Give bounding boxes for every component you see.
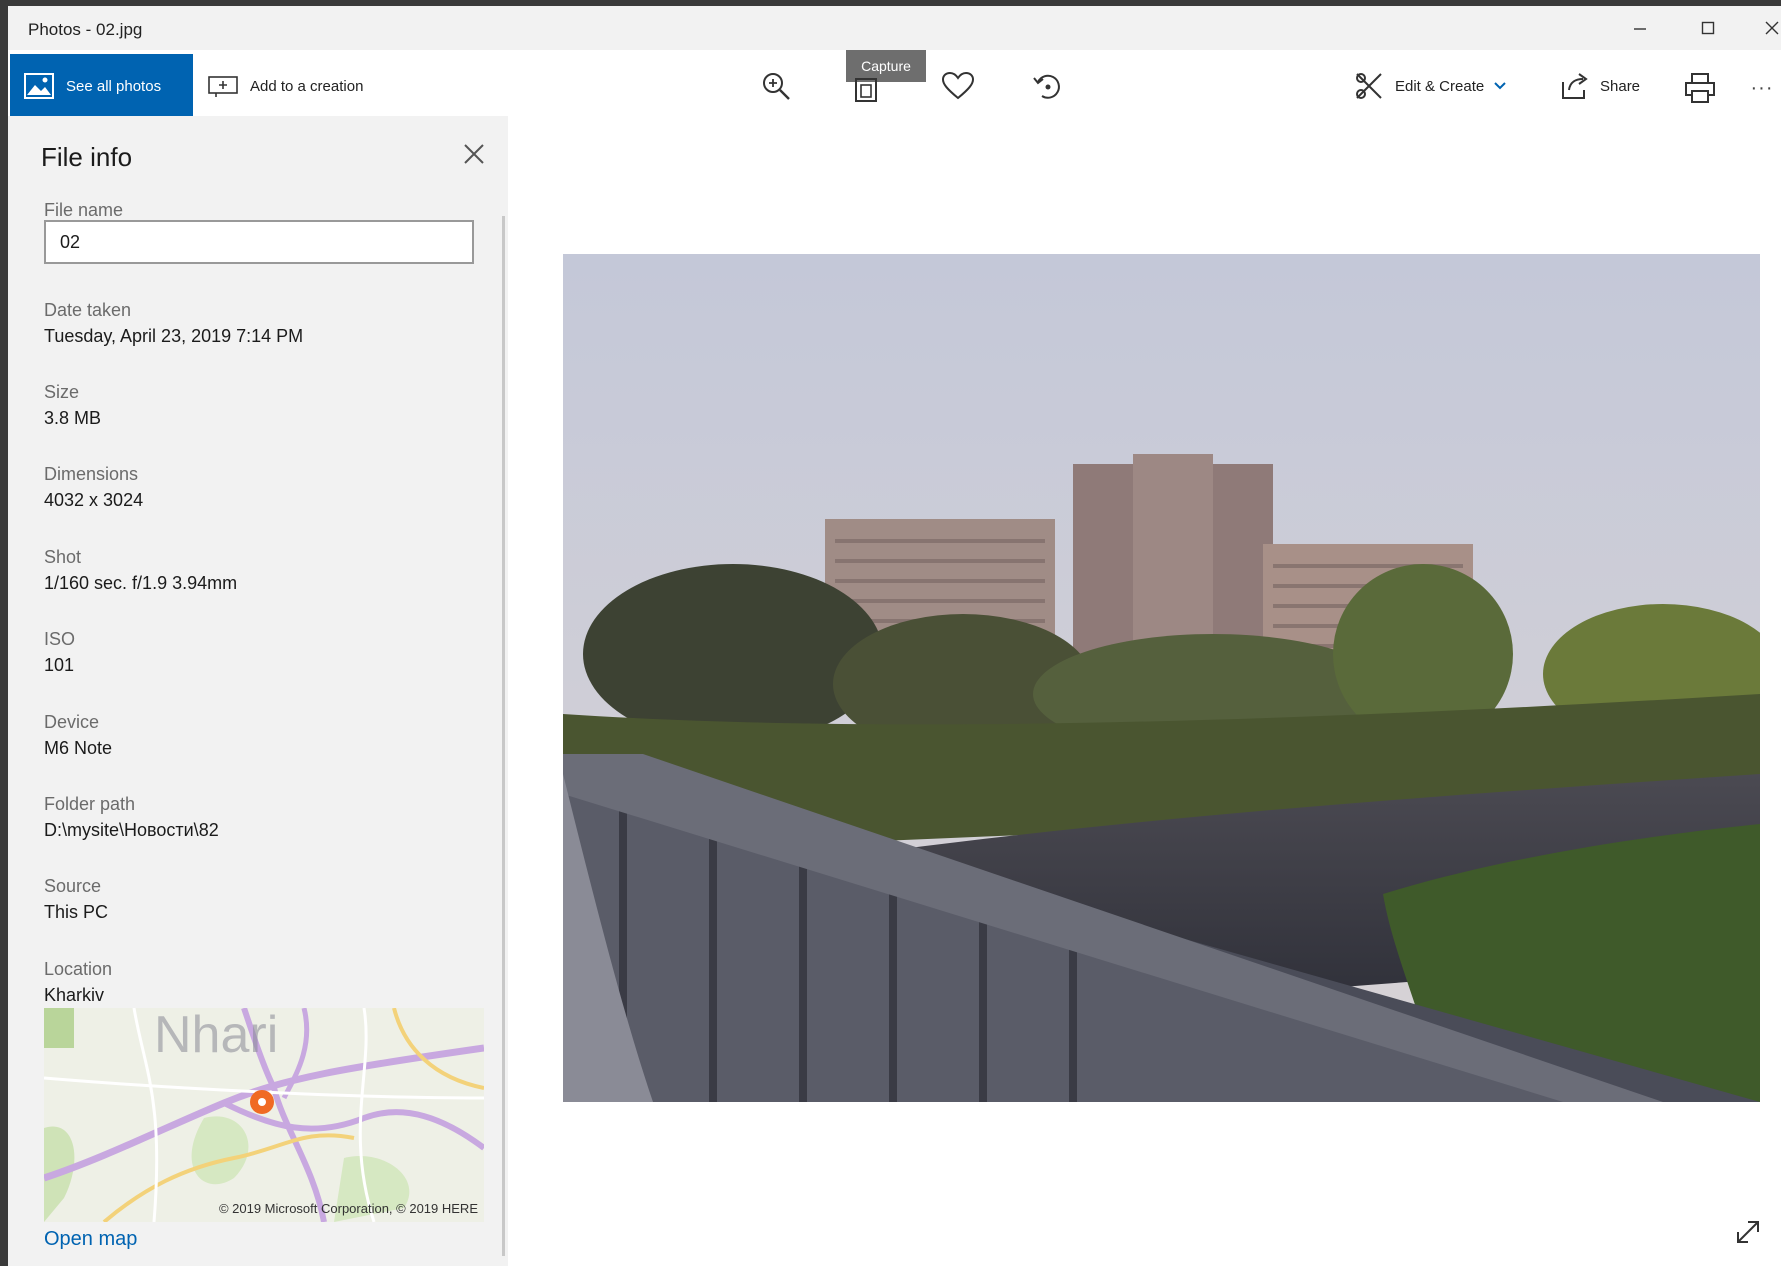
shot-value: 1/160 sec. f/1.9 3.94mm — [44, 573, 238, 593]
svg-text:Nhari: Nhari — [154, 1008, 278, 1064]
add-creation-icon — [208, 76, 238, 97]
source-value: This PC — [44, 902, 109, 922]
device-value: M6 Note — [44, 738, 113, 758]
dimensions-value: 4032 x 3024 — [44, 490, 144, 510]
folder-path-label: Folder path — [44, 794, 136, 814]
date-taken-value: Tuesday, April 23, 2019 7:14 PM — [44, 326, 304, 346]
device-label: Device — [44, 712, 100, 732]
source-label: Source — [44, 876, 102, 896]
title-bar: Photos - 02.jpg — [8, 6, 1781, 50]
iso-label: ISO — [44, 629, 76, 649]
expand-icon — [1737, 1221, 1759, 1243]
file-name-field[interactable] — [44, 220, 474, 264]
app-toolbar: See all photos Add to a creation Capture — [8, 50, 1781, 122]
see-all-photos-button[interactable]: See all photos — [10, 54, 193, 118]
capture-icon — [855, 78, 877, 102]
iso-value: 101 — [44, 655, 75, 675]
zoom-button[interactable] — [756, 66, 796, 106]
photos-icon — [24, 73, 54, 99]
photo-viewer — [508, 122, 1781, 1266]
panel-scrollbar[interactable] — [502, 216, 505, 1256]
shot-label: Shot — [44, 547, 82, 567]
edit-create-button[interactable]: Edit & Create — [1353, 64, 1506, 108]
print-button[interactable] — [1678, 66, 1722, 110]
favorite-heart-icon — [941, 71, 975, 100]
rotate-button[interactable] — [1028, 66, 1068, 106]
photo-image — [563, 254, 1760, 1102]
favorite-button[interactable] — [938, 66, 978, 106]
close-window-button[interactable] — [1743, 6, 1781, 50]
folder-path-value: D:\mysite\Новости\82 — [44, 820, 219, 840]
location-label: Location — [44, 959, 113, 979]
size-label: Size — [44, 382, 80, 402]
print-icon — [1685, 73, 1715, 103]
edit-create-icon — [1356, 73, 1382, 99]
share-label: Share — [1600, 77, 1641, 95]
capture-button[interactable] — [846, 70, 886, 110]
date-taken-label: Date taken — [44, 300, 132, 320]
dimensions-label: Dimensions — [44, 464, 139, 484]
see-all-photos-label: See all photos — [66, 77, 162, 95]
file-name-label: File name — [44, 200, 124, 220]
panel-title: File info — [41, 142, 133, 172]
close-icon — [464, 144, 484, 164]
location-value: Kharkiv — [44, 985, 105, 1005]
chevron-down-icon — [1494, 82, 1506, 90]
close-icon — [1765, 21, 1779, 35]
add-to-creation-button[interactable]: Add to a creation — [208, 54, 363, 118]
window-title: Photos - 02.jpg — [28, 20, 143, 39]
map-graphic: Nhari — [44, 1008, 484, 1222]
maximize-icon — [1701, 21, 1715, 35]
location-map[interactable]: Nhari © 2019 Microsoft Corporation, © 20… — [44, 1008, 484, 1222]
more-options-button[interactable]: ··· — [1743, 66, 1781, 110]
minimize-icon — [1634, 28, 1646, 30]
add-to-creation-label: Add to a creation — [250, 77, 364, 95]
maximize-button[interactable] — [1679, 6, 1737, 50]
main-photo[interactable] — [563, 254, 1760, 1102]
size-value: 3.8 MB — [44, 408, 102, 428]
more-icon: ··· — [1750, 76, 1774, 99]
edit-create-label: Edit & Create — [1395, 77, 1485, 95]
share-button[interactable]: Share — [1560, 64, 1640, 108]
photos-app-window: Photos - 02.jpg See all photos Add to a … — [8, 6, 1781, 1266]
file-info-panel: File info File name Date taken Tuesday, … — [8, 116, 508, 1266]
minimize-button[interactable] — [1611, 6, 1669, 50]
zoom-in-icon — [763, 73, 790, 100]
rotate-icon — [1033, 74, 1060, 99]
fullscreen-button[interactable] — [1730, 1214, 1766, 1250]
open-map-link[interactable]: Open map — [44, 1228, 137, 1251]
map-copyright: © 2019 Microsoft Corporation, © 2019 HER… — [218, 1201, 478, 1216]
close-panel-button[interactable] — [458, 138, 490, 170]
share-icon — [1562, 73, 1588, 99]
